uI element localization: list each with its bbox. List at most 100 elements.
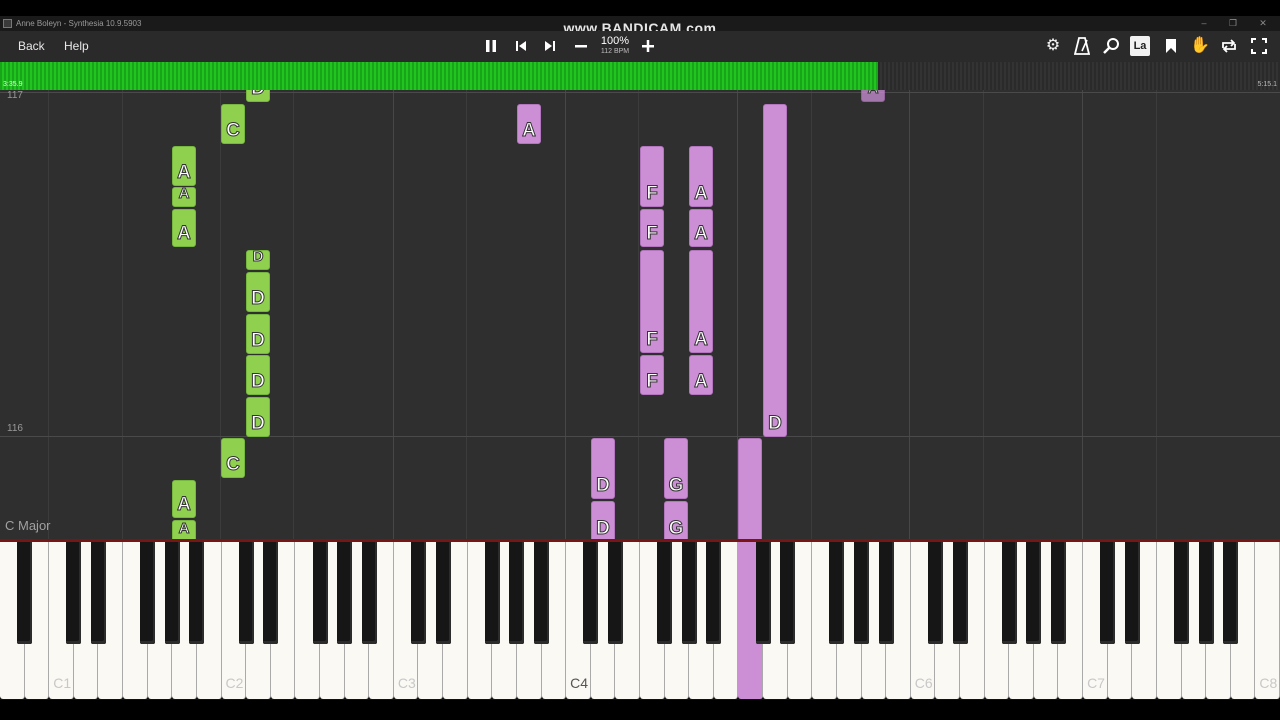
grid-line [811,90,812,540]
note-label: A [178,520,190,538]
fullscreen-icon[interactable] [1248,35,1270,57]
falling-note: A [172,480,196,518]
note-label: F [646,371,659,392]
note-label: C [226,120,241,141]
song-progress-bar[interactable] [0,62,1280,90]
black-key[interactable] [607,542,623,644]
settings-icon[interactable]: ⚙ [1042,35,1064,57]
falling-note: A [689,250,713,353]
back-button[interactable]: Back [14,35,49,58]
falling-note: D [246,355,270,395]
previous-icon[interactable] [510,35,532,57]
note-label: A [694,371,709,392]
note-label: D [247,90,269,99]
black-key[interactable] [189,542,205,644]
close-icon[interactable]: ✕ [1248,16,1278,31]
black-key[interactable] [17,542,33,644]
black-key[interactable] [534,542,550,644]
restore-icon[interactable]: ❐ [1218,16,1248,31]
window-title: Anne Boleyn - Synthesia 10.9.5903 [16,19,142,28]
black-key[interactable] [337,542,353,644]
falling-note: C [221,104,245,144]
bpm-value: 112 BPM [600,48,630,55]
black-key[interactable] [829,542,845,644]
black-key[interactable] [164,542,180,644]
search-icon[interactable] [1100,35,1122,57]
black-key[interactable] [657,542,673,644]
falling-note: D [763,104,787,437]
black-key[interactable] [90,542,106,644]
pause-icon[interactable] [480,35,502,57]
black-key[interactable] [435,542,451,644]
minimize-icon[interactable]: – [1189,16,1219,31]
black-key[interactable] [780,542,796,644]
total-time: 5:15.1 [1257,81,1277,88]
falling-note: G [664,501,688,540]
grid-line [466,90,467,540]
black-key[interactable] [410,542,426,644]
grid-line [565,90,566,540]
black-key[interactable] [706,542,722,644]
black-key[interactable] [952,542,968,644]
next-icon[interactable] [539,35,561,57]
black-key[interactable] [1100,542,1116,644]
falling-note: A [861,90,885,102]
black-key[interactable] [1050,542,1066,644]
note-label: A [177,223,192,244]
octave-label: C1 [53,675,72,691]
note-label: A [522,120,537,141]
octave-label: C8 [1259,675,1278,691]
black-key[interactable] [263,542,279,644]
black-key[interactable] [1198,542,1214,644]
black-key[interactable] [927,542,943,644]
black-key[interactable] [238,542,254,644]
falling-note: C [221,438,245,478]
falling-note: G [664,438,688,499]
black-key[interactable] [583,542,599,644]
black-key[interactable] [854,542,870,644]
note-label: D [251,330,266,351]
labels-icon[interactable]: La [1130,36,1150,56]
black-key[interactable] [755,542,771,644]
grid-line [1156,90,1157,540]
black-key[interactable] [312,542,328,644]
help-button[interactable]: Help [60,35,93,58]
black-key[interactable] [361,542,377,644]
hand-icon[interactable]: ✋ [1189,35,1211,57]
minus-icon[interactable] [570,35,592,57]
black-key[interactable] [140,542,156,644]
black-key[interactable] [1174,542,1190,644]
black-key[interactable] [878,542,894,644]
plus-icon[interactable] [637,35,659,57]
loop-icon[interactable] [1218,35,1240,57]
falling-note: D [246,272,270,312]
falling-note: D [246,314,270,354]
note-label: F [646,329,659,350]
measure-number: 116 [7,423,23,434]
octave-label: C4 [570,675,589,691]
black-key[interactable] [1124,542,1140,644]
black-key[interactable] [484,542,500,644]
bottom-bar [0,700,1280,720]
note-label: D [252,248,264,266]
black-key[interactable] [509,542,525,644]
piano-keyboard[interactable]: C1 C2 C3 C4 C6 C7 C8 [0,542,1280,700]
falling-note: F [640,146,664,207]
note-label: D [251,413,266,434]
bookmark-icon[interactable] [1160,35,1182,57]
black-key[interactable] [681,542,697,644]
note-label: F [646,183,659,204]
black-key[interactable] [1026,542,1042,644]
elapsed-time: 3:35.9 [3,81,23,88]
falling-note: A [172,146,196,186]
note-label: A [177,162,192,183]
metronome-icon[interactable] [1071,35,1093,57]
grid-line [983,90,984,540]
note-label: D [251,371,266,392]
black-key[interactable] [66,542,82,644]
octave-label: C6 [914,675,933,691]
falling-note: A [517,104,541,144]
speed-value[interactable]: 100% [597,36,633,47]
black-key[interactable] [1001,542,1017,644]
black-key[interactable] [1223,542,1239,644]
